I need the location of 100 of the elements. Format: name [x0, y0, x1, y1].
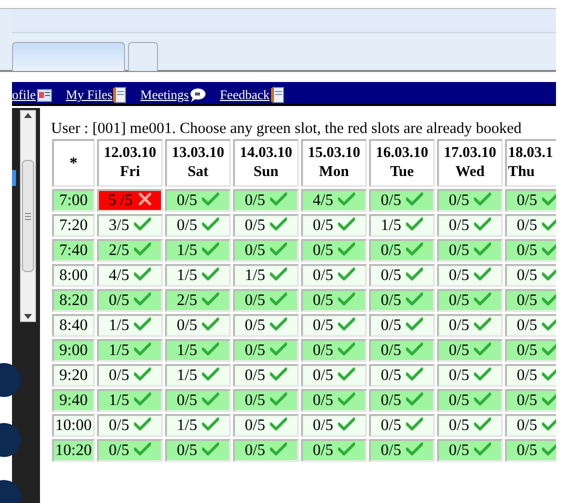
- free-slot[interactable]: 0/5: [437, 314, 503, 337]
- free-slot[interactable]: 1/5: [165, 239, 231, 262]
- free-slot[interactable]: 0/5: [437, 189, 503, 212]
- free-slot[interactable]: 0/5: [437, 364, 503, 387]
- nav-link[interactable]: Meetings: [140, 85, 189, 105]
- free-slot[interactable]: 0/5: [301, 364, 367, 387]
- free-slot[interactable]: 1/5: [97, 339, 163, 362]
- free-slot[interactable]: 0/5: [301, 289, 367, 312]
- free-slot[interactable]: 3/5: [97, 214, 163, 237]
- free-slot[interactable]: 0/5: [233, 314, 299, 337]
- free-slot[interactable]: 0/5: [301, 414, 367, 437]
- down-arrow-icon[interactable]: [24, 314, 32, 319]
- check-icon: [270, 317, 288, 331]
- free-slot[interactable]: 0/5: [233, 289, 299, 312]
- browser-tab[interactable]: [12, 42, 125, 71]
- free-slot[interactable]: 0/5: [437, 389, 503, 412]
- free-slot[interactable]: 0/5: [505, 389, 556, 412]
- speech-bubble-icon: [190, 88, 206, 102]
- free-slot[interactable]: 1/5: [165, 364, 231, 387]
- free-slot[interactable]: 0/5: [505, 439, 556, 462]
- free-slot[interactable]: 2/5: [97, 239, 163, 262]
- free-slot[interactable]: 4/5: [97, 264, 163, 287]
- time-cell: 8:00: [52, 264, 95, 287]
- free-slot[interactable]: 0/5: [369, 339, 435, 362]
- free-slot[interactable]: 0/5: [369, 289, 435, 312]
- check-icon: [134, 292, 152, 306]
- free-slot[interactable]: 0/5: [165, 314, 231, 337]
- free-slot[interactable]: 1/5: [97, 389, 163, 412]
- up-arrow-icon[interactable]: [24, 113, 32, 118]
- free-slot[interactable]: 0/5: [369, 189, 435, 212]
- free-slot[interactable]: 0/5: [437, 339, 503, 362]
- free-slot[interactable]: 0/5: [369, 314, 435, 337]
- free-slot[interactable]: 0/5: [505, 239, 556, 262]
- free-slot[interactable]: 0/5: [233, 439, 299, 462]
- free-slot[interactable]: 0/5: [301, 264, 367, 287]
- free-slot[interactable]: 4/5: [301, 189, 367, 212]
- free-slot[interactable]: 0/5: [505, 289, 556, 312]
- check-icon: [202, 342, 220, 356]
- free-slot[interactable]: 0/5: [301, 389, 367, 412]
- free-slot[interactable]: 0/5: [233, 414, 299, 437]
- free-slot[interactable]: 0/5: [505, 189, 556, 212]
- free-slot[interactable]: 0/5: [369, 389, 435, 412]
- free-slot[interactable]: 0/5: [233, 364, 299, 387]
- free-slot[interactable]: 1/5: [165, 339, 231, 362]
- check-icon: [134, 342, 152, 356]
- free-slot[interactable]: 0/5: [437, 439, 503, 462]
- free-slot[interactable]: 1/5: [369, 214, 435, 237]
- browser-tab[interactable]: [128, 42, 158, 71]
- check-icon: [542, 192, 556, 206]
- column-header: 17.03.10 Wed: [437, 139, 503, 187]
- free-slot[interactable]: 0/5: [369, 264, 435, 287]
- free-slot[interactable]: 0/5: [505, 264, 556, 287]
- free-slot[interactable]: 0/5: [165, 439, 231, 462]
- free-slot[interactable]: 0/5: [505, 214, 556, 237]
- free-slot[interactable]: 0/5: [97, 439, 163, 462]
- free-slot[interactable]: 0/5: [97, 289, 163, 312]
- free-slot[interactable]: 0/5: [165, 214, 231, 237]
- check-icon: [406, 192, 424, 206]
- free-slot[interactable]: 0/5: [301, 314, 367, 337]
- free-slot[interactable]: 0/5: [165, 189, 231, 212]
- free-slot[interactable]: 0/5: [233, 214, 299, 237]
- nav-link[interactable]: ofile: [12, 85, 36, 105]
- free-slot[interactable]: 0/5: [437, 414, 503, 437]
- free-slot[interactable]: 0/5: [505, 364, 556, 387]
- check-icon: [406, 392, 424, 406]
- free-slot[interactable]: 0/5: [505, 339, 556, 362]
- free-slot[interactable]: 0/5: [233, 339, 299, 362]
- free-slot[interactable]: 1/5: [165, 414, 231, 437]
- free-slot[interactable]: 0/5: [437, 264, 503, 287]
- check-icon: [338, 192, 356, 206]
- scrollbar-thumb[interactable]: [22, 160, 34, 272]
- free-slot[interactable]: 2/5: [165, 289, 231, 312]
- check-icon: [202, 317, 220, 331]
- free-slot[interactable]: 0/5: [301, 339, 367, 362]
- free-slot[interactable]: 1/5: [97, 314, 163, 337]
- free-slot[interactable]: 0/5: [301, 214, 367, 237]
- free-slot[interactable]: 0/5: [233, 239, 299, 262]
- free-slot[interactable]: 0/5: [437, 239, 503, 262]
- free-slot[interactable]: 0/5: [505, 414, 556, 437]
- nav-link[interactable]: My Files: [66, 85, 112, 105]
- free-slot[interactable]: 0/5: [97, 364, 163, 387]
- free-slot[interactable]: 1/5: [233, 264, 299, 287]
- free-slot[interactable]: 0/5: [301, 439, 367, 462]
- free-slot[interactable]: 0/5: [233, 389, 299, 412]
- free-slot[interactable]: 0/5: [301, 239, 367, 262]
- free-slot[interactable]: 0/5: [369, 439, 435, 462]
- check-icon: [270, 292, 288, 306]
- free-slot[interactable]: 0/5: [233, 189, 299, 212]
- free-slot[interactable]: 0/5: [165, 389, 231, 412]
- free-slot[interactable]: 0/5: [97, 414, 163, 437]
- free-slot[interactable]: 0/5: [369, 414, 435, 437]
- free-slot[interactable]: 0/5: [437, 289, 503, 312]
- nav-link[interactable]: Feedback: [220, 85, 270, 105]
- check-icon: [338, 292, 356, 306]
- free-slot[interactable]: 0/5: [369, 239, 435, 262]
- free-slot[interactable]: 0/5: [505, 314, 556, 337]
- time-cell: 7:20: [52, 214, 95, 237]
- free-slot[interactable]: 1/5: [165, 264, 231, 287]
- free-slot[interactable]: 0/5: [437, 214, 503, 237]
- free-slot[interactable]: 0/5: [369, 364, 435, 387]
